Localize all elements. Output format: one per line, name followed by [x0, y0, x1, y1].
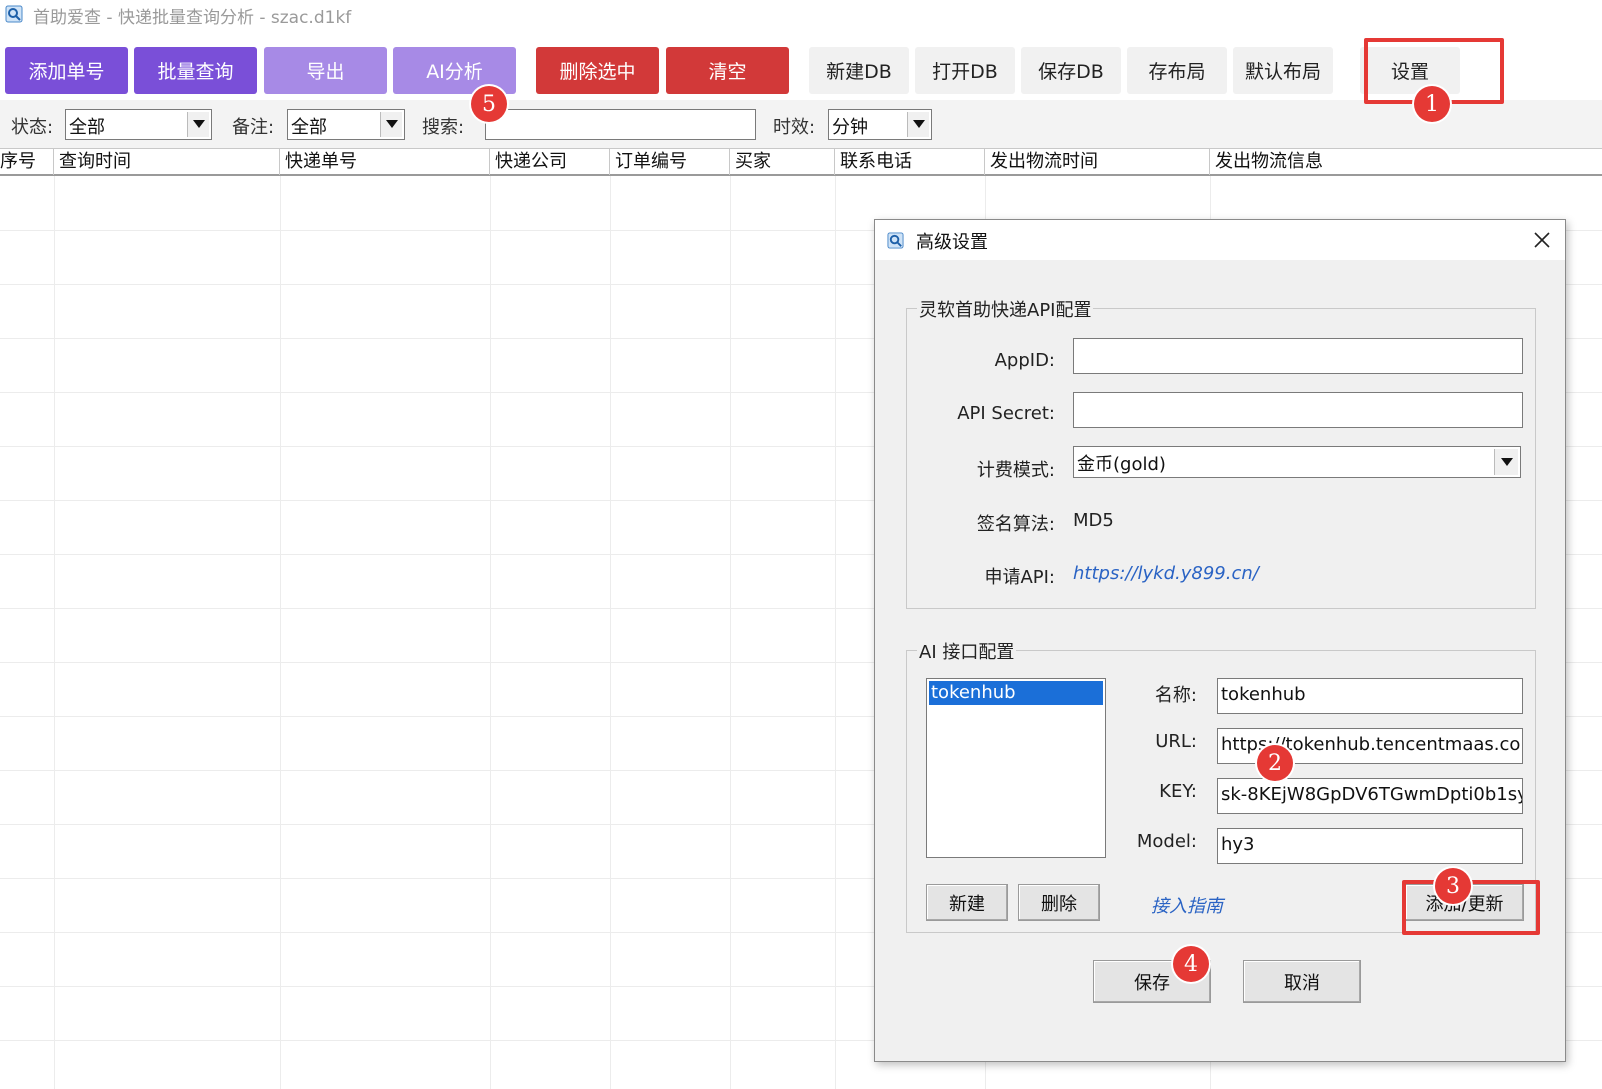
- api-secret-label: API Secret:: [957, 403, 1055, 424]
- appid-label: AppID:: [994, 350, 1055, 371]
- timeliness-value: 分钟: [832, 117, 868, 138]
- chevron-down-icon[interactable]: [907, 112, 929, 137]
- column-header-order-number[interactable]: 订单编号: [610, 149, 730, 175]
- save-db-button[interactable]: 保存DB: [1021, 47, 1121, 94]
- grid-line: [835, 176, 836, 1089]
- add-order-button[interactable]: 添加单号: [5, 47, 128, 94]
- step-badge-4: 4: [1173, 946, 1209, 982]
- open-db-button[interactable]: 打开DB: [915, 47, 1015, 94]
- chevron-down-icon[interactable]: [1494, 449, 1518, 475]
- column-header-courier[interactable]: 快递公司: [490, 149, 610, 175]
- ai-profile-list[interactable]: tokenhub: [926, 678, 1106, 858]
- table-header: 序号 查询时间 快递单号 快递公司 订单编号 买家 联系电话 发出物流时间 发出…: [0, 148, 1602, 176]
- column-header-query-time[interactable]: 查询时间: [54, 149, 280, 175]
- step-badge-1: 1: [1414, 86, 1450, 122]
- ai-analysis-button[interactable]: AI分析: [393, 47, 516, 94]
- ai-model-input[interactable]: hy3: [1217, 828, 1523, 864]
- window-titlebar: 首助爱查 - 快递批量查询分析 - szac.d1kf: [0, 0, 1602, 30]
- ai-config-group-title: AI 接口配置: [917, 638, 1017, 664]
- grid-line: [730, 176, 731, 1089]
- step-badge-3: 3: [1435, 868, 1471, 904]
- grid-line: [610, 176, 611, 1089]
- timeliness-label: 时效:: [773, 117, 816, 138]
- new-profile-button[interactable]: 新建: [926, 884, 1008, 921]
- export-button[interactable]: 导出: [264, 47, 387, 94]
- api-secret-input[interactable]: [1073, 392, 1523, 428]
- billing-mode-select[interactable]: 金币(gold): [1073, 446, 1521, 478]
- highlight-add-update-button: [1402, 880, 1540, 935]
- integration-guide-link[interactable]: 接入指南: [1151, 892, 1223, 918]
- apply-api-link[interactable]: https://lykd.y899.cn/: [1073, 563, 1259, 584]
- cancel-button[interactable]: 取消: [1243, 960, 1361, 1003]
- api-config-group-title: 灵软首助快递API配置: [917, 296, 1094, 322]
- new-db-button[interactable]: 新建DB: [809, 47, 909, 94]
- main-toolbar: 添加单号 批量查询 导出 AI分析 删除选中 清空 新建DB 打开DB 保存DB…: [0, 30, 1602, 100]
- grid-line: [490, 176, 491, 1089]
- remark-filter-value: 全部: [291, 117, 327, 138]
- ai-url-label: URL:: [1155, 731, 1197, 752]
- status-filter-value: 全部: [69, 117, 105, 138]
- ai-name-value: tokenhub: [1221, 684, 1306, 705]
- chevron-down-icon[interactable]: [187, 112, 209, 137]
- default-layout-button[interactable]: 默认布局: [1233, 47, 1333, 94]
- clear-button[interactable]: 清空: [666, 47, 789, 94]
- apply-api-label: 申请API:: [984, 567, 1055, 588]
- remark-filter-label: 备注:: [232, 117, 275, 138]
- timeliness-select[interactable]: 分钟: [828, 109, 932, 140]
- delete-profile-button[interactable]: 删除: [1018, 884, 1100, 921]
- remark-filter-select[interactable]: 全部: [287, 109, 405, 140]
- billing-mode-value: 金币(gold): [1077, 454, 1166, 475]
- step-badge-2: 2: [1257, 745, 1293, 781]
- ai-key-label: KEY:: [1159, 781, 1197, 802]
- status-filter-label: 状态:: [11, 117, 54, 138]
- batch-query-button[interactable]: 批量查询: [134, 47, 257, 94]
- ai-name-input[interactable]: tokenhub: [1217, 678, 1523, 714]
- window-title: 首助爱查 - 快递批量查询分析 - szac.d1kf: [33, 8, 352, 28]
- filter-bar: 状态: 全部 备注: 全部 搜索: 时效: 分钟: [0, 100, 1602, 148]
- ai-model-label: Model:: [1136, 831, 1197, 852]
- ai-key-input[interactable]: sk-8KEjW8GpDV6TGwmDpti0b1sy: [1217, 778, 1523, 814]
- advanced-settings-dialog: 高级设置 灵软首助快递API配置 AppID: API Secret: 计费模式…: [874, 219, 1566, 1062]
- appid-input[interactable]: [1073, 338, 1523, 374]
- ai-model-value: hy3: [1221, 834, 1255, 855]
- column-header-phone[interactable]: 联系电话: [835, 149, 985, 175]
- chevron-down-icon[interactable]: [380, 112, 402, 137]
- save-layout-button[interactable]: 存布局: [1127, 47, 1227, 94]
- dialog-titlebar: 高级设置: [875, 220, 1565, 260]
- column-header-buyer[interactable]: 买家: [730, 149, 835, 175]
- ai-name-label: 名称:: [1154, 685, 1197, 706]
- sign-algorithm-value: MD5: [1073, 510, 1114, 531]
- column-header-ship-time[interactable]: 发出物流时间: [985, 149, 1210, 175]
- dialog-title: 高级设置: [916, 232, 988, 253]
- close-icon[interactable]: [1531, 229, 1553, 251]
- column-header-tracking-number[interactable]: 快递单号: [280, 149, 490, 175]
- delete-selected-button[interactable]: 删除选中: [536, 47, 659, 94]
- column-header-index[interactable]: 序号: [0, 149, 54, 175]
- step-badge-5: 5: [471, 86, 507, 122]
- ai-key-value: sk-8KEjW8GpDV6TGwmDpti0b1sy: [1221, 784, 1523, 805]
- grid-line: [54, 176, 55, 1089]
- app-magnifier-icon: [887, 232, 904, 249]
- app-magnifier-icon: [5, 5, 23, 23]
- status-filter-select[interactable]: 全部: [65, 109, 212, 140]
- list-item[interactable]: tokenhub: [929, 681, 1103, 705]
- grid-line: [280, 176, 281, 1089]
- sign-algorithm-label: 签名算法:: [976, 514, 1055, 535]
- billing-mode-label: 计费模式:: [976, 460, 1055, 481]
- search-label: 搜索:: [422, 117, 465, 138]
- search-input[interactable]: [485, 109, 756, 140]
- column-header-ship-info[interactable]: 发出物流信息: [1210, 149, 1602, 175]
